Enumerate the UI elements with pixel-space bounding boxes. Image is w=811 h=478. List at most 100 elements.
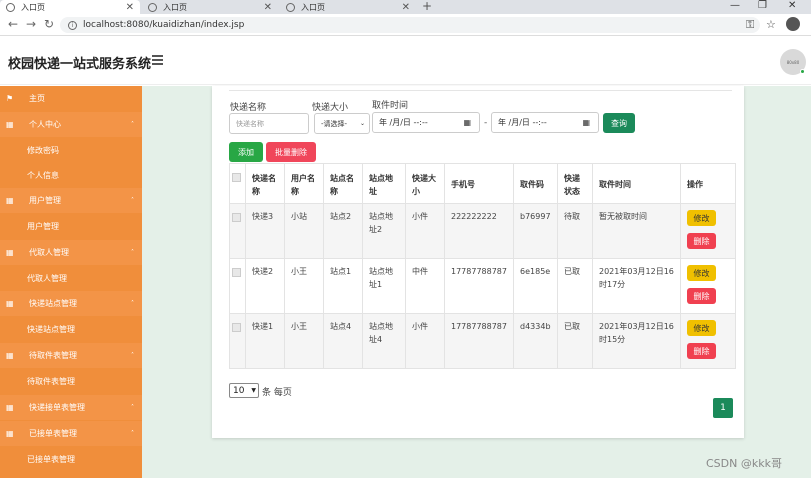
sidebar-item-label: 快递站点管理: [27, 325, 75, 334]
close-tab-icon[interactable]: ✕: [126, 2, 134, 13]
reload-icon[interactable]: ↻: [44, 17, 54, 31]
table-header-row: 快递名称 用户名称 站点名称 站点地址 快递大小 手机号 取件码 快递状态 取件…: [229, 163, 736, 204]
size-select[interactable]: -请选择- ⌄: [314, 113, 370, 134]
sidebar-item-change-password[interactable]: 修改密码: [0, 138, 142, 163]
table-header: 手机号: [444, 163, 514, 204]
sidebar-item-site-management[interactable]: 快递站点管理: [0, 317, 142, 342]
table-cell: 快递1: [245, 313, 285, 369]
table-header: 快递状态: [557, 163, 593, 204]
restore-icon[interactable]: ❐: [758, 0, 767, 11]
name-filter-input[interactable]: 快递名称: [229, 113, 309, 134]
sidebar-group-sites[interactable]: ▦ 快递站点管理 ˄: [0, 291, 142, 316]
delete-button[interactable]: 删除: [687, 288, 716, 304]
sidebar-item-home[interactable]: ⚑ 主页: [0, 86, 142, 111]
sidebar-item-profile[interactable]: 个人信息: [0, 163, 142, 188]
sidebar-item-accepted-management[interactable]: 已接单表管理: [0, 447, 142, 472]
batch-delete-button[interactable]: 批量删除: [266, 142, 316, 162]
collapse-caret-icon: ˄: [131, 197, 134, 204]
header-label: 快递名称: [252, 174, 276, 196]
browser-tab[interactable]: 入口页 ✕: [142, 0, 278, 14]
time-end-placeholder: 年 /月/日 --:--: [498, 118, 547, 127]
cell-site-address: 站点地址2: [369, 212, 393, 234]
query-button[interactable]: 查询: [603, 113, 635, 133]
avatar-text: 80x80: [786, 59, 800, 65]
row-checkbox[interactable]: [232, 213, 241, 222]
tab-title: 入口页: [301, 2, 325, 12]
cell-status: 待取: [564, 212, 580, 221]
table-header: 快递名称: [245, 163, 285, 204]
name-filter-label: 快递名称: [230, 103, 267, 113]
cell-user-name: 小王: [291, 322, 307, 331]
calendar-icon[interactable]: ▦: [463, 118, 471, 127]
page-size-select[interactable]: 10 ▼: [229, 383, 259, 398]
url-field[interactable]: i localhost:8080/kuaidizhan/index.jsp: [60, 17, 760, 33]
info-icon[interactable]: i: [68, 20, 77, 30]
header-label: 快递大小: [412, 174, 436, 196]
avatar[interactable]: 80x80: [780, 49, 806, 75]
menu-toggle-icon[interactable]: [152, 55, 163, 65]
page-1-button[interactable]: 1: [713, 398, 733, 418]
table-cell: 站点1: [323, 258, 363, 314]
table-header: 用户名称: [284, 163, 324, 204]
table-header: 站点名称: [323, 163, 363, 204]
time-start-input[interactable]: 年 /月/日 --:-- ▦: [372, 112, 480, 133]
new-tab-icon[interactable]: +: [422, 0, 432, 13]
sidebar-item-label: 快递接单表管理: [29, 403, 85, 412]
select-all-checkbox[interactable]: [232, 173, 241, 182]
back-icon[interactable]: ←: [8, 17, 18, 31]
cell-pickup-time: 暂无被取时间: [599, 212, 647, 221]
sidebar-item-pending-management[interactable]: 待取件表管理: [0, 369, 142, 394]
sidebar-group-pending[interactable]: ▦ 待取件表管理 ˄: [0, 343, 142, 368]
edit-button[interactable]: 修改: [687, 320, 716, 336]
sidebar-item-user-management[interactable]: 用户管理: [0, 214, 142, 239]
sidebar-group-couriers[interactable]: ▦ 代取人管理 ˄: [0, 240, 142, 265]
calendar-icon[interactable]: ▦: [582, 118, 590, 127]
express-table: 快递名称 用户名称 站点名称 站点地址 快递大小 手机号 取件码 快递状态 取件…: [229, 163, 736, 369]
tab-title: 入口页: [163, 2, 187, 12]
sidebar-group-accepted[interactable]: ▦ 已接单表管理 ˄: [0, 421, 142, 446]
close-tab-icon[interactable]: ✕: [402, 2, 410, 13]
sidebar-group-personal[interactable]: ▦ 个人中心 ˄: [0, 112, 142, 137]
cell-pickup-code: b76997: [520, 212, 551, 221]
cell-site-name: 站点2: [330, 212, 352, 221]
row-select-cell: [229, 203, 246, 259]
delete-button[interactable]: 删除: [687, 343, 716, 359]
key-icon[interactable]: ⚿: [746, 18, 754, 32]
grid-icon: ▦: [6, 120, 14, 129]
add-button[interactable]: 添加: [229, 142, 263, 162]
browser-tab-bar: 入口页 ✕ 入口页 ✕ 入口页 ✕ + — ❐ ✕: [0, 0, 811, 14]
table-cell: 小站: [284, 203, 324, 259]
row-checkbox[interactable]: [232, 323, 241, 332]
cell-site-name: 站点4: [330, 322, 352, 331]
close-window-icon[interactable]: ✕: [788, 0, 796, 11]
cell-phone: 17787788787: [451, 267, 507, 276]
sidebar-group-users[interactable]: ▦ 用户管理 ˄: [0, 188, 142, 213]
cell-site-name: 站点1: [330, 267, 352, 276]
collapse-caret-icon: ˄: [131, 430, 134, 437]
edit-button[interactable]: 修改: [687, 210, 716, 226]
collapse-caret-icon: ˄: [131, 249, 134, 256]
delete-button[interactable]: 删除: [687, 233, 716, 249]
browser-tab[interactable]: 入口页 ✕: [0, 0, 140, 14]
row-checkbox[interactable]: [232, 268, 241, 277]
sidebar-item-courier-management[interactable]: 代取人管理: [0, 266, 142, 291]
time-end-input[interactable]: 年 /月/日 --:-- ▦: [491, 112, 599, 133]
table-header: 站点地址: [362, 163, 406, 204]
header-label: 用户名称: [291, 174, 315, 196]
cell-phone: 222222222: [451, 212, 497, 221]
edit-button[interactable]: 修改: [687, 265, 716, 281]
collapse-caret-icon: ˄: [131, 300, 134, 307]
grid-icon: ▦: [6, 351, 14, 360]
minimize-icon[interactable]: —: [730, 0, 740, 11]
cell-size: 小件: [412, 212, 428, 221]
forward-icon[interactable]: →: [26, 17, 36, 31]
table-cell: 17787788787: [444, 258, 514, 314]
header-label: 快递状态: [564, 174, 580, 196]
table-cell: 站点地址4: [362, 313, 406, 369]
bookmark-star-icon[interactable]: ☆: [766, 18, 776, 31]
profile-icon[interactable]: [786, 17, 800, 31]
sidebar-group-orders[interactable]: ▦ 快递接单表管理 ˄: [0, 395, 142, 420]
header-label: 站点名称: [330, 174, 354, 196]
browser-tab[interactable]: 入口页 ✕: [280, 0, 416, 14]
close-tab-icon[interactable]: ✕: [264, 2, 272, 13]
